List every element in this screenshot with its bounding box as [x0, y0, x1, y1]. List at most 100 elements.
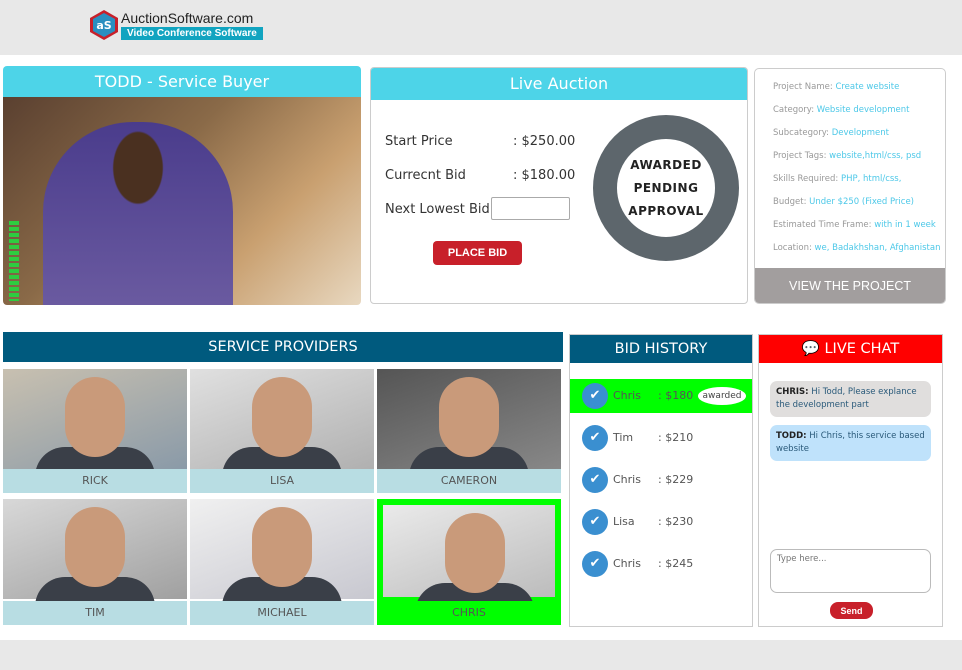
chat-bubbles-icon: 💬 — [801, 341, 820, 357]
auction-status-ring: AWARDED PENDING APPROVAL — [593, 115, 739, 261]
field-value[interactable]: Website development — [817, 105, 910, 115]
footer-bar — [0, 640, 962, 670]
place-bid-button[interactable]: PLACE BID — [433, 241, 522, 265]
provider-tile[interactable]: RICK — [3, 369, 187, 493]
project-details-panel: Project Name: Create website Category: We… — [754, 68, 946, 304]
bid-row: ✔ Chris: $245 — [570, 547, 752, 581]
live-chat-title: LIVE CHAT — [824, 341, 900, 357]
next-bid-input[interactable] — [491, 197, 570, 220]
field-label: Skills Required: — [773, 174, 839, 184]
current-bid-row: Currecnt Bid : $180.00 — [385, 168, 575, 183]
send-button[interactable]: Send — [830, 602, 873, 619]
bid-row: ✔ Chris: $229 — [570, 463, 752, 497]
provider-face — [65, 377, 125, 457]
provider-name: RICK — [3, 469, 187, 493]
next-bid-label: Next Lowest Bid — [385, 202, 490, 217]
provider-name: CAMERON — [377, 469, 561, 493]
project-field: Estimated Time Frame: with in 1 week — [773, 220, 936, 230]
view-project-button[interactable]: VIEW THE PROJECT — [755, 268, 945, 303]
field-label: Project Tags: — [773, 151, 827, 161]
bid-amount: : $229 — [658, 473, 694, 486]
project-field: Budget: Under $250 (Fixed Price) — [773, 197, 914, 207]
field-value[interactable]: website,html/css, psd — [829, 151, 921, 161]
provider-name: MICHAEL — [190, 601, 374, 625]
bid-row: ✔ Lisa : $230 — [570, 505, 752, 539]
project-field: Project Tags: website,html/css, psd — [773, 151, 921, 161]
provider-face — [252, 507, 312, 587]
project-field: Location: we, Badakhshan, Afghanistan — [773, 243, 941, 253]
project-field: Project Name: Create website — [773, 82, 899, 92]
status-line: AWARDED — [630, 157, 702, 172]
field-label: Estimated Time Frame: — [773, 220, 872, 230]
svg-text:aS: aS — [96, 19, 111, 32]
start-price-value: : $250.00 — [513, 134, 576, 149]
field-label: Budget: — [773, 197, 807, 207]
provider-name: CHRIS — [377, 601, 561, 625]
bid-row: ✔ Tim: $210 — [570, 421, 752, 455]
bidder-name: Chris — [613, 557, 641, 570]
provider-tile[interactable]: CAMERON — [377, 369, 561, 493]
field-label: Category: — [773, 105, 815, 115]
provider-video — [190, 369, 374, 477]
provider-face — [252, 377, 312, 457]
provider-face — [65, 507, 125, 587]
provider-video — [3, 369, 187, 477]
provider-video — [3, 499, 187, 607]
provider-face — [439, 377, 499, 457]
provider-name: LISA — [190, 469, 374, 493]
field-value[interactable]: Create website — [835, 82, 899, 92]
chat-sender: TODD: — [776, 431, 807, 441]
audio-level-meter — [9, 221, 19, 301]
field-label: Subcategory: — [773, 128, 829, 138]
live-auction-title: Live Auction — [371, 68, 747, 100]
chat-input[interactable] — [770, 549, 931, 593]
bidder-name: Chris — [613, 389, 641, 402]
status-line: APPROVAL — [628, 203, 704, 218]
provider-video — [190, 499, 374, 607]
bidder-icon: ✔ — [582, 551, 608, 577]
provider-tile[interactable]: LISA — [190, 369, 374, 493]
provider-tile[interactable]: TIM — [3, 499, 187, 625]
bidder-name: Chris — [613, 473, 641, 486]
service-providers-title: SERVICE PROVIDERS — [3, 332, 563, 362]
field-value[interactable]: PHP, html/css, — [841, 174, 902, 184]
project-field: Category: Website development — [773, 105, 909, 115]
provider-tile[interactable]: MICHAEL — [190, 499, 374, 625]
buyer-video-panel: TODD - Service Buyer — [3, 66, 361, 305]
field-value[interactable]: we, Badakhshan, Afghanistan — [815, 243, 941, 253]
buyer-person — [43, 122, 233, 305]
provider-video — [383, 505, 555, 613]
bidder-name: Tim — [613, 431, 634, 444]
provider-video — [377, 369, 561, 477]
bidder-icon: ✔ — [582, 425, 608, 451]
live-auction-panel: Live Auction Start Price : $250.00 Currec… — [370, 67, 748, 304]
bid-amount: : $230 — [658, 515, 694, 528]
logo-icon: aS — [90, 10, 118, 40]
field-label: Location: — [773, 243, 812, 253]
bid-amount: : $180 — [658, 389, 694, 402]
field-value[interactable]: with in 1 week — [874, 220, 936, 230]
bid-history-panel: BID HISTORY ✔ Chris: $180 awarded ✔ Tim: $21… — [569, 334, 753, 627]
chat-message: TODD: Hi Chris, this service based websi… — [770, 425, 931, 461]
field-value[interactable]: Development — [832, 128, 889, 138]
chat-message: CHRIS: Hi Todd, Please explance the deve… — [770, 381, 931, 417]
provider-tile[interactable]: CHRIS — [377, 499, 561, 625]
current-bid-label: Currecnt Bid — [385, 168, 466, 183]
bidder-name: Lisa — [613, 515, 635, 528]
logo-name: AuctionSoftware.com — [121, 10, 254, 26]
provider-face — [445, 513, 505, 593]
start-price-label: Start Price — [385, 134, 453, 149]
live-chat-header: 💬 LIVE CHAT — [759, 335, 942, 363]
field-label: Project Name: — [773, 82, 833, 92]
start-price-row: Start Price : $250.00 — [385, 134, 575, 149]
bid-row: ✔ Chris: $180 awarded — [570, 379, 752, 413]
bidder-icon: ✔ — [582, 509, 608, 535]
live-chat-panel: 💬 LIVE CHAT CHRIS: Hi Todd, Please expla… — [758, 334, 943, 627]
buyer-title: TODD - Service Buyer — [3, 66, 361, 97]
chat-sender: CHRIS: — [776, 387, 809, 397]
buyer-video[interactable] — [3, 97, 361, 305]
current-bid-value: : $180.00 — [513, 168, 576, 183]
field-value[interactable]: Under $250 (Fixed Price) — [809, 197, 914, 207]
bidder-icon: ✔ — [582, 383, 608, 409]
project-field: Subcategory: Development — [773, 128, 889, 138]
